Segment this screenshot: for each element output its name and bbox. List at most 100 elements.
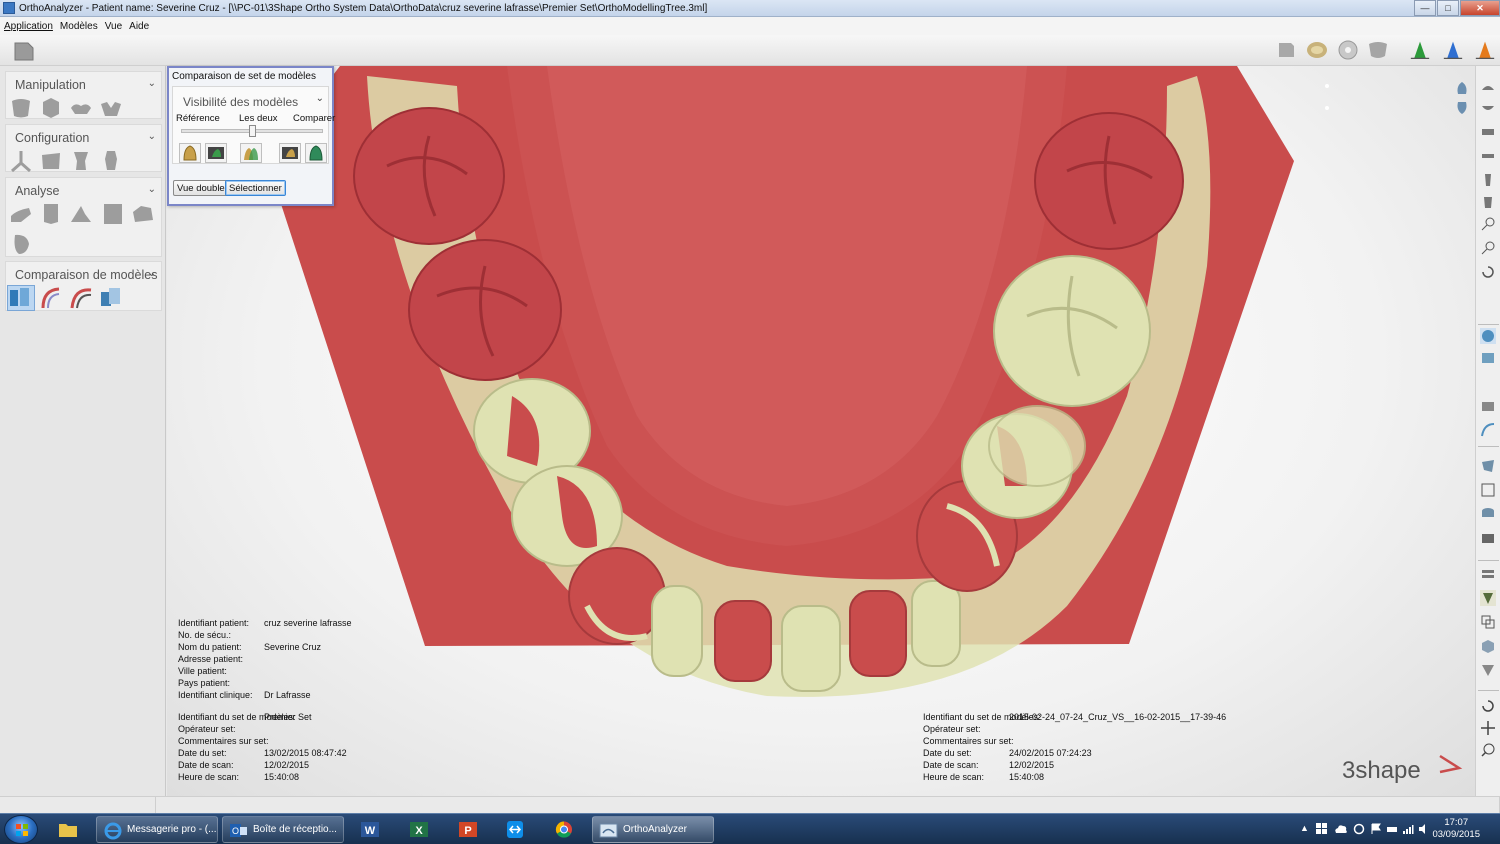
cloud-icon[interactable]: [1334, 823, 1348, 835]
teeth-texture-icon[interactable]: [1305, 40, 1329, 60]
occlusion-icon[interactable]: [1366, 40, 1390, 60]
jaw-open-icon[interactable]: [1480, 124, 1496, 140]
occlusion-analysis-icon[interactable]: [9, 232, 33, 256]
sync-icon[interactable]: [1353, 823, 1365, 835]
windows-flag-icon[interactable]: [1316, 823, 1328, 835]
superimpose-icon[interactable]: [99, 286, 123, 310]
chevron-down-icon[interactable]: ⌄: [148, 184, 156, 195]
network-icon[interactable]: [1402, 823, 1414, 835]
rotate-model-icon[interactable]: [9, 96, 33, 120]
taskbar-excel[interactable]: X: [401, 816, 437, 843]
menu-application[interactable]: Application: [4, 21, 53, 32]
dual-view-button[interactable]: Vue double: [173, 180, 229, 196]
svg-text:W: W: [365, 825, 376, 837]
cylinder-icon[interactable]: [1480, 506, 1496, 522]
frame-icon[interactable]: [1480, 482, 1496, 498]
show-both-button[interactable]: [240, 143, 262, 163]
move-model-icon[interactable]: [39, 96, 63, 120]
menu-aide[interactable]: Aide: [129, 21, 149, 32]
taskbar-app-ie[interactable]: Messagerie pro - (...: [96, 816, 218, 843]
menu-modeles[interactable]: Modèles: [60, 21, 98, 32]
taskbar-chrome[interactable]: [546, 816, 582, 843]
menu-vue[interactable]: Vue: [105, 21, 122, 32]
arch-compare-icon[interactable]: [39, 286, 63, 310]
scan-view-icon[interactable]: [1480, 398, 1496, 414]
texture-view-icon[interactable]: [1480, 350, 1496, 366]
maximize-button[interactable]: □: [1437, 0, 1459, 16]
model-set-compare-tool[interactable]: [7, 285, 35, 311]
shield-model-icon[interactable]: [1480, 662, 1496, 678]
disc-icon[interactable]: [1336, 40, 1360, 60]
align-model-icon[interactable]: [69, 96, 93, 120]
reset-view-icon[interactable]: [1480, 698, 1496, 714]
chevron-down-icon[interactable]: ⌄: [316, 93, 324, 104]
model-set-compare-icon: [10, 288, 29, 306]
chevron-down-icon[interactable]: ⌄: [148, 268, 156, 279]
show-reference-film-button[interactable]: [205, 143, 227, 163]
visibility-slider-thumb[interactable]: [248, 125, 256, 137]
taskbar-app-outlook[interactable]: O Boîte de réceptio...: [222, 816, 344, 843]
title-bar: OrthoAnalyzer - Patient name: Severine C…: [0, 0, 1500, 17]
clock[interactable]: 17:07 03/09/2015: [1432, 817, 1480, 841]
teamviewer-icon: [507, 821, 523, 838]
zoom-icon[interactable]: [1480, 742, 1496, 758]
secu-label: No. de sécu.:: [178, 630, 232, 640]
volume-icon[interactable]: [1418, 823, 1430, 835]
space-analysis-icon[interactable]: [9, 202, 33, 226]
ruler-analysis-icon[interactable]: [69, 202, 93, 226]
axis-green-icon[interactable]: [1407, 40, 1433, 60]
show-compare-button[interactable]: [305, 143, 327, 163]
tooth-setup-icon[interactable]: [69, 149, 93, 173]
3d-viewport[interactable]: 3shape Identifiant patient: cruz severine…: [167, 66, 1475, 796]
axis-orange-icon[interactable]: [1472, 40, 1498, 60]
start-button[interactable]: [4, 815, 38, 844]
chevron-down-icon[interactable]: ⌄: [148, 78, 156, 89]
curve-tool-icon[interactable]: [1480, 422, 1496, 438]
measure-icon[interactable]: [39, 202, 63, 226]
select-button[interactable]: Sélectionner: [225, 180, 286, 196]
cut-plane-icon[interactable]: [1480, 458, 1496, 474]
axis-setup-icon[interactable]: [9, 149, 33, 173]
jaw-upper-icon[interactable]: [1480, 80, 1496, 96]
model-view-icon[interactable]: [1276, 40, 1296, 60]
rotate-view-icon[interactable]: [1480, 264, 1496, 280]
top-view-icon[interactable]: [1454, 80, 1470, 96]
pan-icon[interactable]: [1480, 720, 1496, 736]
layer-stack-icon[interactable]: [1480, 566, 1496, 582]
axis-blue-icon[interactable]: [1440, 40, 1466, 60]
taskbar-powerpoint[interactable]: P: [450, 816, 486, 843]
bottom-view-icon[interactable]: [1454, 100, 1470, 116]
minimize-button[interactable]: —: [1414, 0, 1436, 16]
globe-view-icon[interactable]: [1480, 328, 1496, 344]
tooth-model-icon[interactable]: [1480, 590, 1496, 606]
tooth-front-icon[interactable]: [1480, 172, 1496, 188]
jaw-lower-icon[interactable]: [1480, 100, 1496, 116]
chevron-down-icon[interactable]: ⌄: [148, 131, 156, 142]
copy-model-icon[interactable]: [1480, 614, 1496, 630]
flag-icon[interactable]: [1370, 823, 1382, 835]
show-compare-film-button[interactable]: [279, 143, 301, 163]
section-analysis-icon[interactable]: [101, 202, 125, 226]
operator-label: Opérateur set:: [178, 724, 236, 734]
taskbar-word[interactable]: W: [352, 816, 388, 843]
camera-icon[interactable]: [1480, 530, 1496, 546]
zoom-1to1-icon[interactable]: [1480, 240, 1496, 256]
close-button[interactable]: ✕: [1460, 0, 1500, 16]
patient-name-label: Nom du patient:: [178, 642, 242, 652]
arch-overlay-icon[interactable]: [69, 286, 93, 310]
jaw-closed-icon[interactable]: [1480, 148, 1496, 164]
taskbar-app-orthoanalyzer[interactable]: OrthoAnalyzer: [592, 816, 714, 843]
show-reference-button[interactable]: [179, 143, 201, 163]
tray-expand-icon[interactable]: ▲: [1300, 823, 1309, 833]
box-model-icon[interactable]: [1480, 638, 1496, 654]
crown-setup-icon[interactable]: [99, 149, 123, 173]
open-model-icon[interactable]: [12, 39, 36, 63]
printer-icon[interactable]: [1386, 823, 1398, 835]
zoom-text-icon[interactable]: [1480, 216, 1496, 232]
bolton-analysis-icon[interactable]: [131, 202, 155, 226]
taskbar-explorer[interactable]: [50, 816, 86, 843]
tooth-side-icon[interactable]: [1480, 194, 1496, 210]
taskbar-teamviewer[interactable]: [497, 816, 533, 843]
flip-model-icon[interactable]: [99, 96, 123, 120]
base-setup-icon[interactable]: [39, 149, 63, 173]
